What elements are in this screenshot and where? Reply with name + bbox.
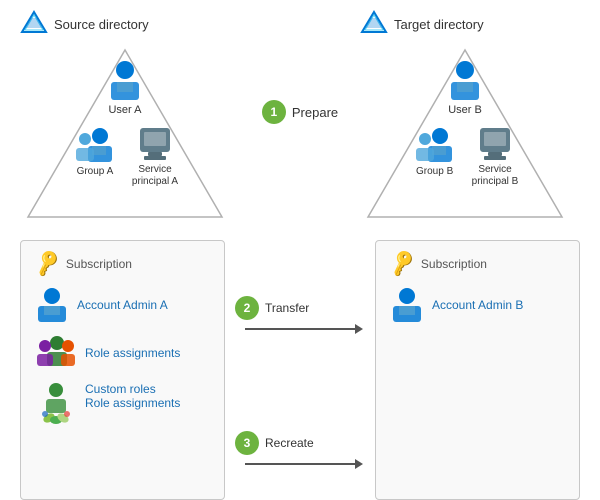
top-section: Source directory User A [0, 0, 600, 230]
target-triangle-content: User B Group B [360, 42, 570, 227]
step2-label: Transfer [265, 301, 309, 315]
target-service-icon [478, 126, 512, 162]
recreate-line [245, 463, 355, 465]
target-account-admin-row: Account Admin B [390, 286, 565, 324]
source-custom-roles-row: Custom roles Role assignments [35, 382, 210, 428]
target-directory-label: Target directory [360, 10, 580, 38]
source-group-icon-group: Group A [72, 126, 118, 188]
source-admin-person-icon [35, 286, 69, 324]
source-group-icon [72, 126, 118, 164]
source-sub-label: 🔑 Subscription [35, 251, 210, 276]
target-user-icon [447, 60, 483, 102]
source-role-assignments-row: Role assignments [35, 334, 210, 372]
target-bottom-icons: Group B Serviceprincipal B [412, 126, 519, 188]
step1-text: Prepare [292, 105, 338, 120]
source-account-admin-text: Account Admin A [77, 298, 168, 312]
transfer-arrowhead [355, 324, 363, 334]
source-user-figure: User A [107, 60, 143, 116]
source-key-icon: 🔑 [31, 247, 63, 279]
source-service-icon-group: Serviceprincipal A [132, 126, 178, 188]
diagram: Source directory User A [0, 0, 600, 500]
step3-label: Recreate [265, 436, 314, 450]
target-group-icon [412, 126, 458, 164]
target-label-text: Target directory [394, 17, 484, 32]
target-group-label: Group B [416, 166, 453, 178]
source-user-label: User A [108, 104, 141, 116]
step1-label: 1 Prepare [262, 100, 338, 124]
source-subscription-box: 🔑 Subscription Account Admin A [20, 240, 225, 500]
step2-circle: 2 [235, 296, 259, 320]
source-azure-icon [20, 10, 48, 38]
recreate-arrowhead [355, 459, 363, 469]
target-service-icon-group: Serviceprincipal B [472, 126, 519, 188]
source-custom-roles-text: Custom roles [85, 382, 180, 396]
target-triangle: User B Group B [360, 42, 570, 227]
arrows-section: 2 Transfer 3 Recreate [235, 240, 365, 500]
source-service-label: Serviceprincipal A [132, 164, 178, 188]
source-role-icon [35, 334, 77, 372]
target-admin-person-icon [390, 286, 424, 324]
transfer-arrow-row: 2 Transfer [235, 296, 365, 320]
target-service-label: Serviceprincipal B [472, 164, 519, 188]
step1-circle: 1 [262, 100, 286, 124]
recreate-arrow-row: 3 Recreate [235, 431, 365, 455]
target-user-label: User B [448, 104, 482, 116]
target-key-icon: 🔑 [386, 247, 418, 279]
source-label-text: Source directory [54, 17, 149, 32]
transfer-arrow-group: 2 Transfer [235, 296, 365, 330]
source-service-icon [138, 126, 172, 162]
recreate-arrow-group: 3 Recreate [235, 431, 365, 465]
target-account-admin-text: Account Admin B [432, 298, 523, 312]
source-role-assignments2-text: Role assignments [85, 396, 180, 410]
target-user-figure: User B [447, 60, 483, 116]
transfer-line [245, 328, 355, 330]
source-role-assignments-text: Role assignments [85, 346, 180, 360]
source-account-admin-row: Account Admin A [35, 286, 210, 324]
source-bottom-icons: Group A Serviceprincipal A [72, 126, 178, 188]
source-directory-box: Source directory User A [20, 10, 240, 220]
step3-circle: 3 [235, 431, 259, 455]
target-directory-box: Target directory User B [360, 10, 580, 220]
target-sub-label: 🔑 Subscription [390, 251, 565, 276]
source-user-icon [107, 60, 143, 102]
prepare-section: 1 Prepare [240, 10, 360, 124]
target-subscription-box: 🔑 Subscription Account Admin B [375, 240, 580, 500]
source-custom-role-icon [35, 382, 77, 428]
source-triangle-content: User A [20, 42, 230, 227]
source-directory-label: Source directory [20, 10, 240, 38]
source-triangle: User A [20, 42, 230, 227]
bottom-section: 🔑 Subscription Account Admin A [0, 230, 600, 500]
source-custom-roles-texts: Custom roles Role assignments [85, 382, 180, 410]
target-azure-icon [360, 10, 388, 38]
target-group-icon-group: Group B [412, 126, 458, 188]
source-group-label: Group A [77, 166, 114, 178]
